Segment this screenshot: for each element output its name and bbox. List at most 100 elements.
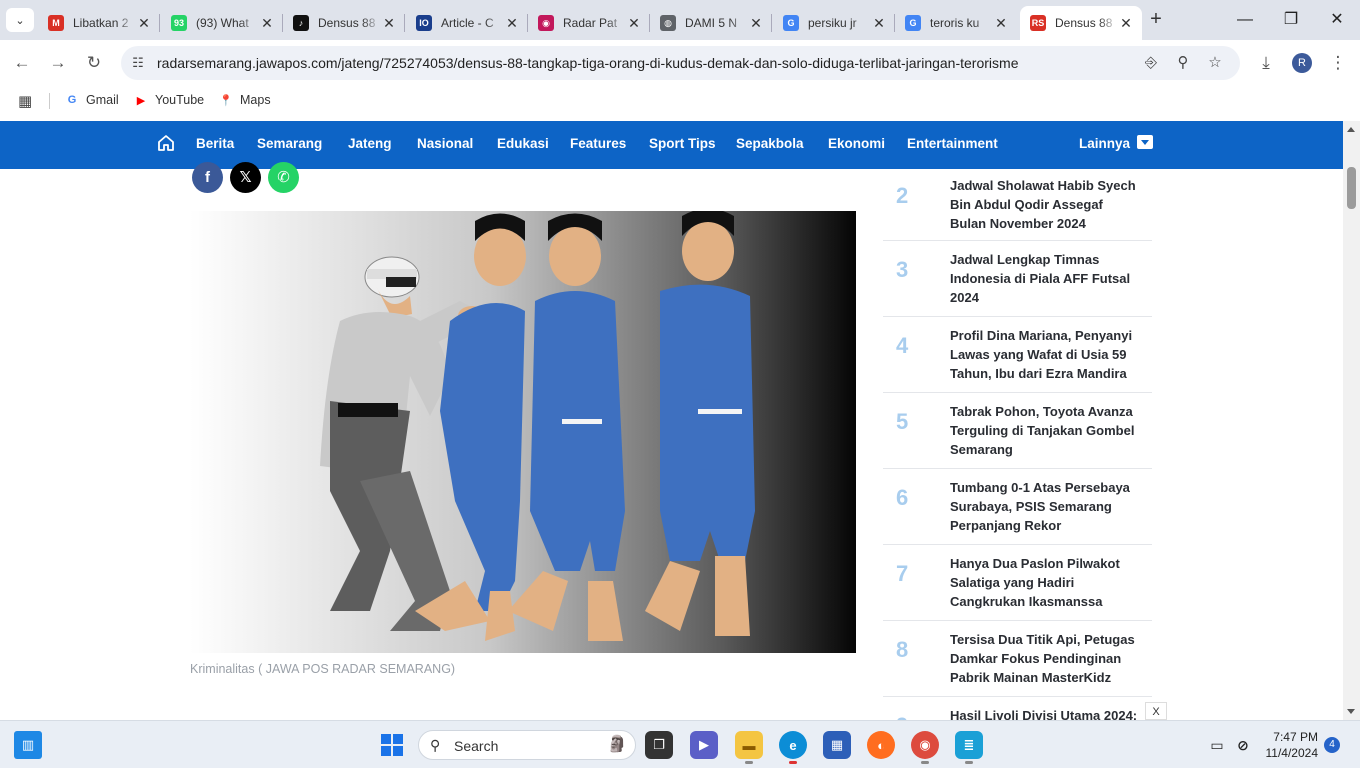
facebook-share-button[interactable]: f: [192, 162, 223, 193]
close-tab-icon[interactable]: ✕: [993, 15, 1009, 32]
bookmark-label: YouTube: [155, 93, 205, 107]
network-icon[interactable]: ⊘: [1232, 734, 1254, 756]
popular-article-title[interactable]: Profil Dina Mariana, Penyanyi Lawas yang…: [950, 326, 1142, 383]
back-button[interactable]: ←: [9, 50, 35, 76]
teams-icon[interactable]: ▶: [690, 731, 718, 759]
bookmark-star-icon[interactable]: ☆: [1205, 53, 1225, 73]
bookmark-maps[interactable]: 📍 Maps: [218, 92, 270, 108]
site-info-icon[interactable]: ☷: [129, 54, 147, 72]
zoom-icon[interactable]: ⚲: [1173, 53, 1193, 73]
address-bar[interactable]: ☷ radarsemarang.jawapos.com/jateng/72527…: [121, 46, 1240, 80]
menu-kebab-icon[interactable]: ⋮: [1325, 50, 1351, 76]
ad-close-button[interactable]: X: [1145, 702, 1167, 720]
restore-button[interactable]: ❐: [1268, 6, 1314, 34]
x-share-button[interactable]: 𝕏: [230, 162, 261, 193]
nav-item-sepakbola[interactable]: Sepakbola: [736, 136, 804, 151]
new-tab-button[interactable]: +: [1145, 8, 1167, 32]
nav-item-jateng[interactable]: Jateng: [348, 136, 392, 151]
apps-grid-icon[interactable]: ▦: [18, 92, 32, 110]
notification-badge[interactable]: 4: [1324, 737, 1340, 753]
nav-more-label[interactable]: Lainnya: [1079, 136, 1130, 151]
forward-button[interactable]: →: [45, 50, 71, 76]
whatsapp-share-button[interactable]: ✆: [268, 162, 299, 193]
popular-article-title[interactable]: Hasil Livoli Divisi Utama 2024:: [950, 706, 1142, 720]
scroll-down-icon[interactable]: [1347, 709, 1355, 714]
popular-article-item[interactable]: 3 Jadwal Lengkap Timnas Indonesia di Pial…: [883, 241, 1152, 317]
popular-article-title[interactable]: Jadwal Lengkap Timnas Indonesia di Piala…: [950, 250, 1142, 307]
scroll-up-icon[interactable]: [1347, 127, 1355, 132]
popular-article-title[interactable]: Hanya Dua Paslon Pilwakot Salatiga yang …: [950, 554, 1142, 611]
article-hero-image: [190, 211, 856, 653]
minimize-button[interactable]: —: [1222, 6, 1268, 34]
profile-avatar[interactable]: R: [1292, 53, 1312, 73]
close-tab-icon[interactable]: ✕: [748, 15, 764, 32]
close-tab-icon[interactable]: ✕: [1118, 15, 1134, 32]
nav-item-berita[interactable]: Berita: [196, 136, 234, 151]
running-indicator: [965, 761, 973, 764]
browser-tab[interactable]: RS Densus 88 ✕: [1020, 6, 1142, 40]
popular-article-title[interactable]: Jadwal Sholawat Habib Syech Bin Abdul Qo…: [950, 176, 1142, 233]
popular-article-item[interactable]: 4 Profil Dina Mariana, Penyanyi Lawas yan…: [883, 317, 1152, 393]
close-tab-icon[interactable]: ✕: [871, 15, 887, 32]
bookmark-divider: [49, 93, 50, 109]
close-tab-icon[interactable]: ✕: [259, 15, 275, 32]
translate-icon[interactable]: ⎆: [1141, 53, 1161, 73]
globe-icon: ◍: [660, 15, 676, 31]
taskbar-search[interactable]: ⚲ Search 🗿: [418, 730, 636, 760]
nav-item-edukasi[interactable]: Edukasi: [497, 136, 549, 151]
popular-article-title[interactable]: Tumbang 0-1 Atas Persebaya Surabaya, PSI…: [950, 478, 1142, 535]
browser-tab[interactable]: 93 (93) What ✕: [161, 6, 283, 40]
firefox-icon[interactable]: ◐: [867, 731, 895, 759]
popular-article-title[interactable]: Tabrak Pohon, Toyota Avanza Terguling di…: [950, 402, 1142, 459]
browser-tab[interactable]: Gteroris ku ✕: [895, 6, 1017, 40]
tab-search-button[interactable]: ⌄: [6, 8, 34, 32]
display-icon[interactable]: ▭: [1206, 734, 1228, 756]
system-clock[interactable]: 7:47 PM 11/4/2024: [1262, 729, 1319, 761]
close-window-button[interactable]: ✕: [1314, 6, 1360, 34]
close-tab-icon[interactable]: ✕: [626, 15, 642, 32]
browser-tab[interactable]: ◍ DAMI 5 N ✕: [650, 6, 772, 40]
bookmark-gmail[interactable]: G Gmail: [64, 92, 119, 108]
nav-item-ekonomi[interactable]: Ekonomi: [828, 136, 885, 151]
store-icon[interactable]: ▦: [823, 731, 851, 759]
bookmark-youtube[interactable]: ▶ YouTube: [133, 92, 204, 108]
popular-article-item[interactable]: 6 Tumbang 0-1 Atas Persebaya Surabaya, PS…: [883, 469, 1152, 545]
rank-number: 3: [896, 257, 909, 282]
popular-article-item[interactable]: 9 Hasil Livoli Divisi Utama 2024:: [883, 697, 1152, 720]
download-icon[interactable]: ⤓: [1253, 50, 1279, 76]
home-icon[interactable]: [157, 134, 175, 152]
whatsapp-icon: 93: [171, 15, 187, 31]
caret-down-icon[interactable]: [1137, 135, 1153, 149]
chrome-icon[interactable]: ◉: [911, 731, 939, 759]
browser-tab[interactable]: ♪ Densus 88 ✕: [283, 6, 405, 40]
close-tab-icon[interactable]: ✕: [136, 15, 152, 32]
edge-icon[interactable]: e: [779, 731, 807, 759]
nav-item-sport-tips[interactable]: Sport Tips: [649, 136, 716, 151]
notepad-icon[interactable]: ≣: [955, 731, 983, 759]
tab-title: persiku jr: [808, 16, 857, 30]
task-view-icon[interactable]: ❐: [645, 731, 673, 759]
reload-button[interactable]: ↻: [81, 50, 107, 76]
google-icon: G: [783, 15, 799, 31]
scrollbar-thumb[interactable]: [1347, 167, 1356, 209]
browser-tab[interactable]: ◉ Radar Pat ✕: [528, 6, 650, 40]
popular-article-item[interactable]: 8 Tersisa Dua Titik Api, Petugas Damkar F…: [883, 621, 1152, 697]
popular-article-item[interactable]: 7 Hanya Dua Paslon Pilwakot Salatiga yang…: [883, 545, 1152, 621]
close-tab-icon[interactable]: ✕: [504, 15, 520, 32]
page-scrollbar[interactable]: [1343, 121, 1360, 720]
windows-start-icon[interactable]: [378, 731, 406, 759]
close-tab-icon[interactable]: ✕: [381, 15, 397, 32]
url-text[interactable]: radarsemarang.jawapos.com/jateng/7252740…: [157, 55, 1018, 71]
nav-item-features[interactable]: Features: [570, 136, 626, 151]
nav-item-entertainment[interactable]: Entertainment: [907, 136, 998, 151]
nav-item-semarang[interactable]: Semarang: [257, 136, 322, 151]
browser-tab[interactable]: IO Article - C ✕: [406, 6, 528, 40]
file-explorer-icon[interactable]: ▬: [735, 731, 763, 759]
nav-item-nasional[interactable]: Nasional: [417, 136, 473, 151]
widgets-icon[interactable]: ▥: [14, 731, 42, 759]
popular-article-item[interactable]: 2 Jadwal Sholawat Habib Syech Bin Abdul Q…: [883, 169, 1152, 241]
popular-article-title[interactable]: Tersisa Dua Titik Api, Petugas Damkar Fo…: [950, 630, 1142, 687]
browser-tab[interactable]: M Libatkan 2 ✕: [38, 6, 160, 40]
popular-article-item[interactable]: 5 Tabrak Pohon, Toyota Avanza Terguling d…: [883, 393, 1152, 469]
browser-tab[interactable]: Gpersiku jr ✕: [773, 6, 895, 40]
